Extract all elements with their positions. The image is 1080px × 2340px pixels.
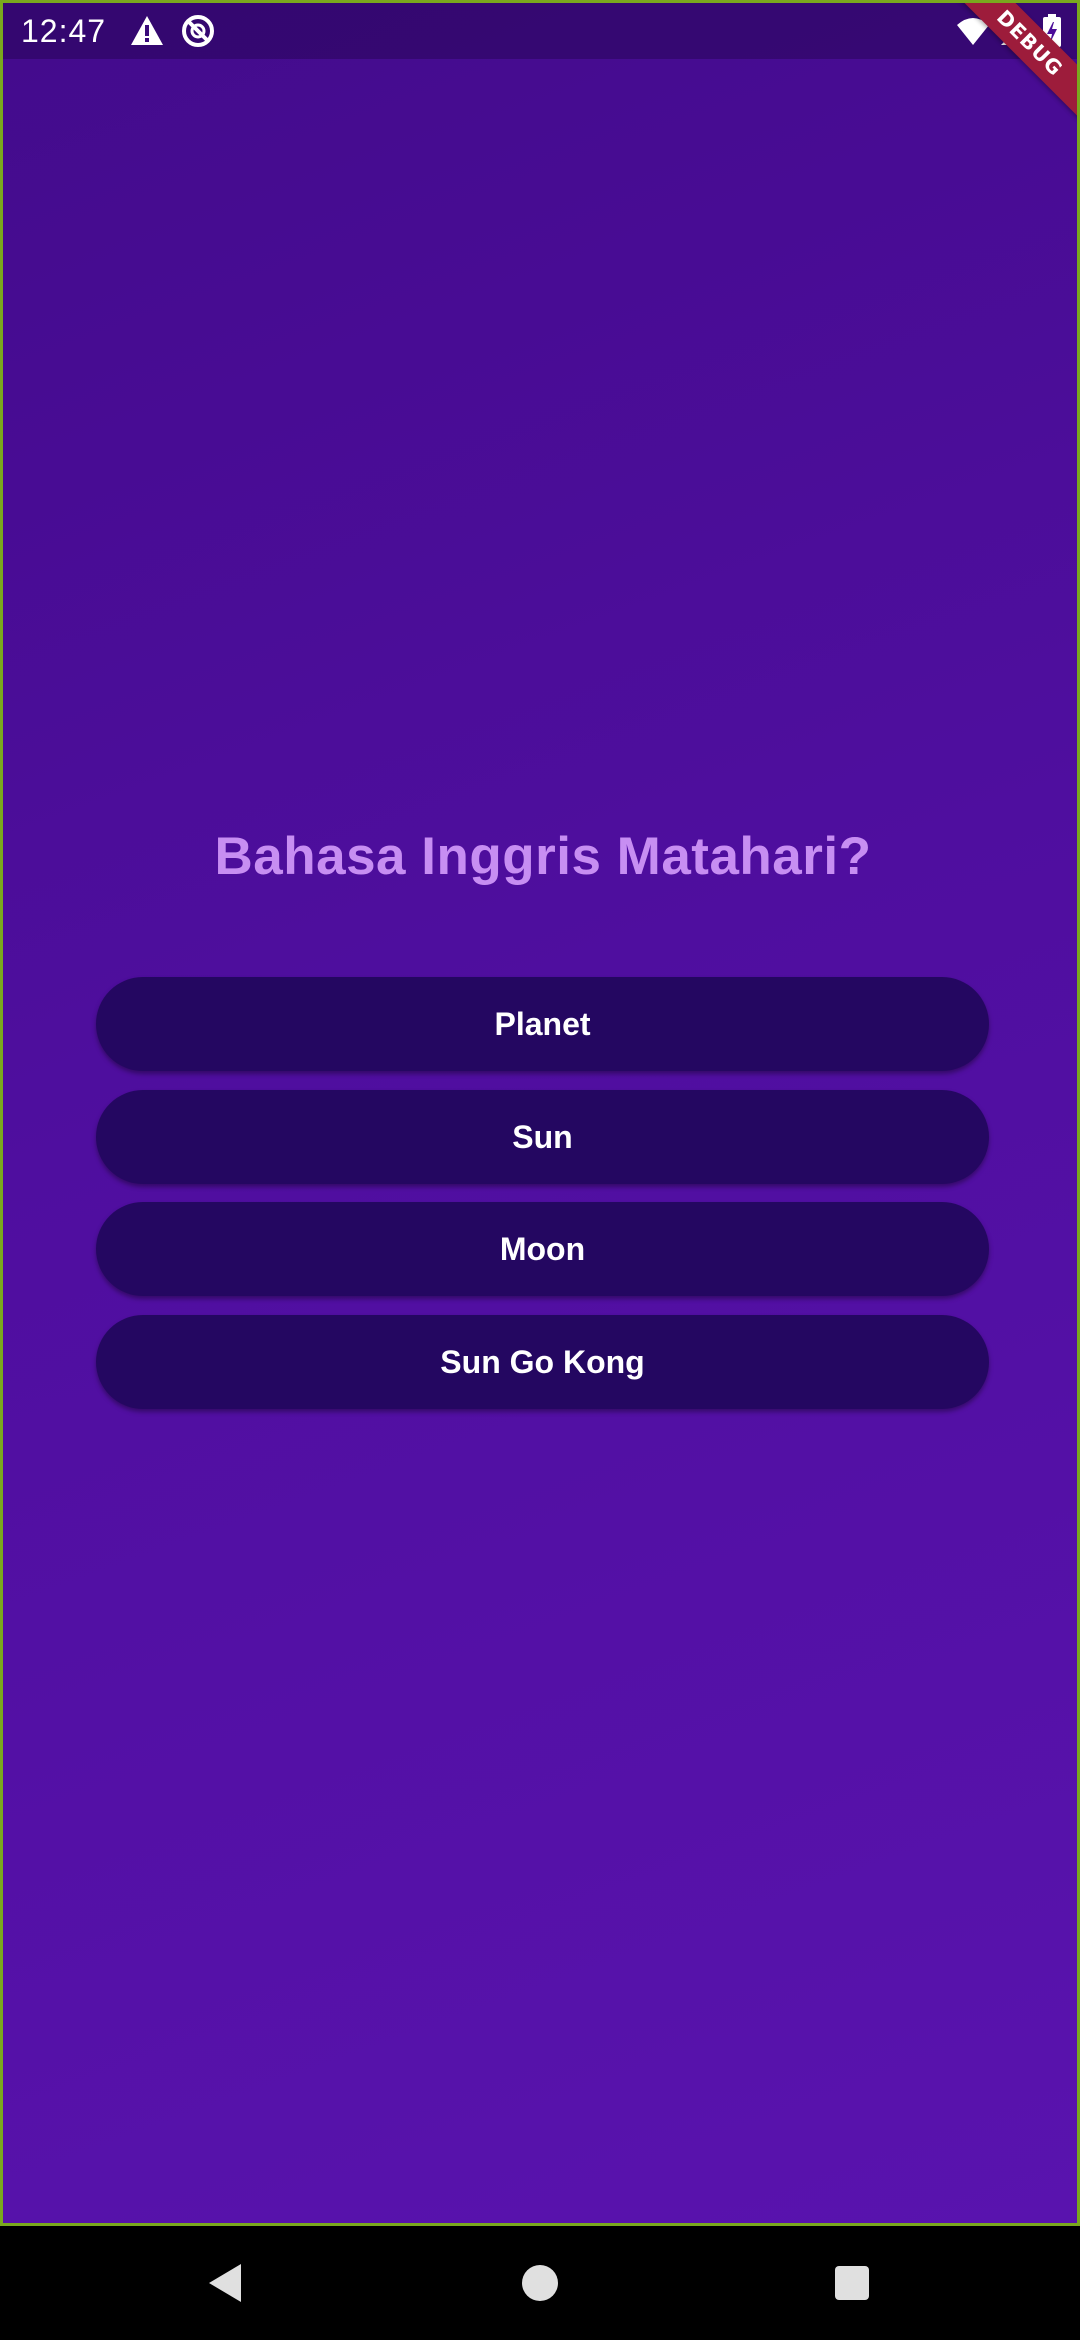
back-icon[interactable] [199,2256,253,2310]
answer-button-sun[interactable]: Sun [96,1090,989,1184]
answer-button-moon[interactable]: Moon [96,1202,989,1296]
home-icon[interactable] [513,2256,567,2310]
warning-icon [131,16,163,45]
answer-button-planet[interactable]: Planet [96,977,989,1071]
navigation-bar [0,2226,1080,2340]
question-text: Bahasa Inggris Matahari? [214,827,872,886]
phone-screen: 12:47 DEBUG Bahasa Inggris Matahari? Pla… [0,0,1080,2340]
status-bar: 12:47 DEBUG [3,3,1077,130]
blocked-icon [182,15,214,47]
status-time: 12:47 [21,13,107,49]
answer-button-sun-go-kong[interactable]: Sun Go Kong [96,1315,989,1409]
recents-icon[interactable] [825,2256,879,2310]
quiz-app: 12:47 DEBUG Bahasa Inggris Matahari? Pla… [0,0,1080,2226]
